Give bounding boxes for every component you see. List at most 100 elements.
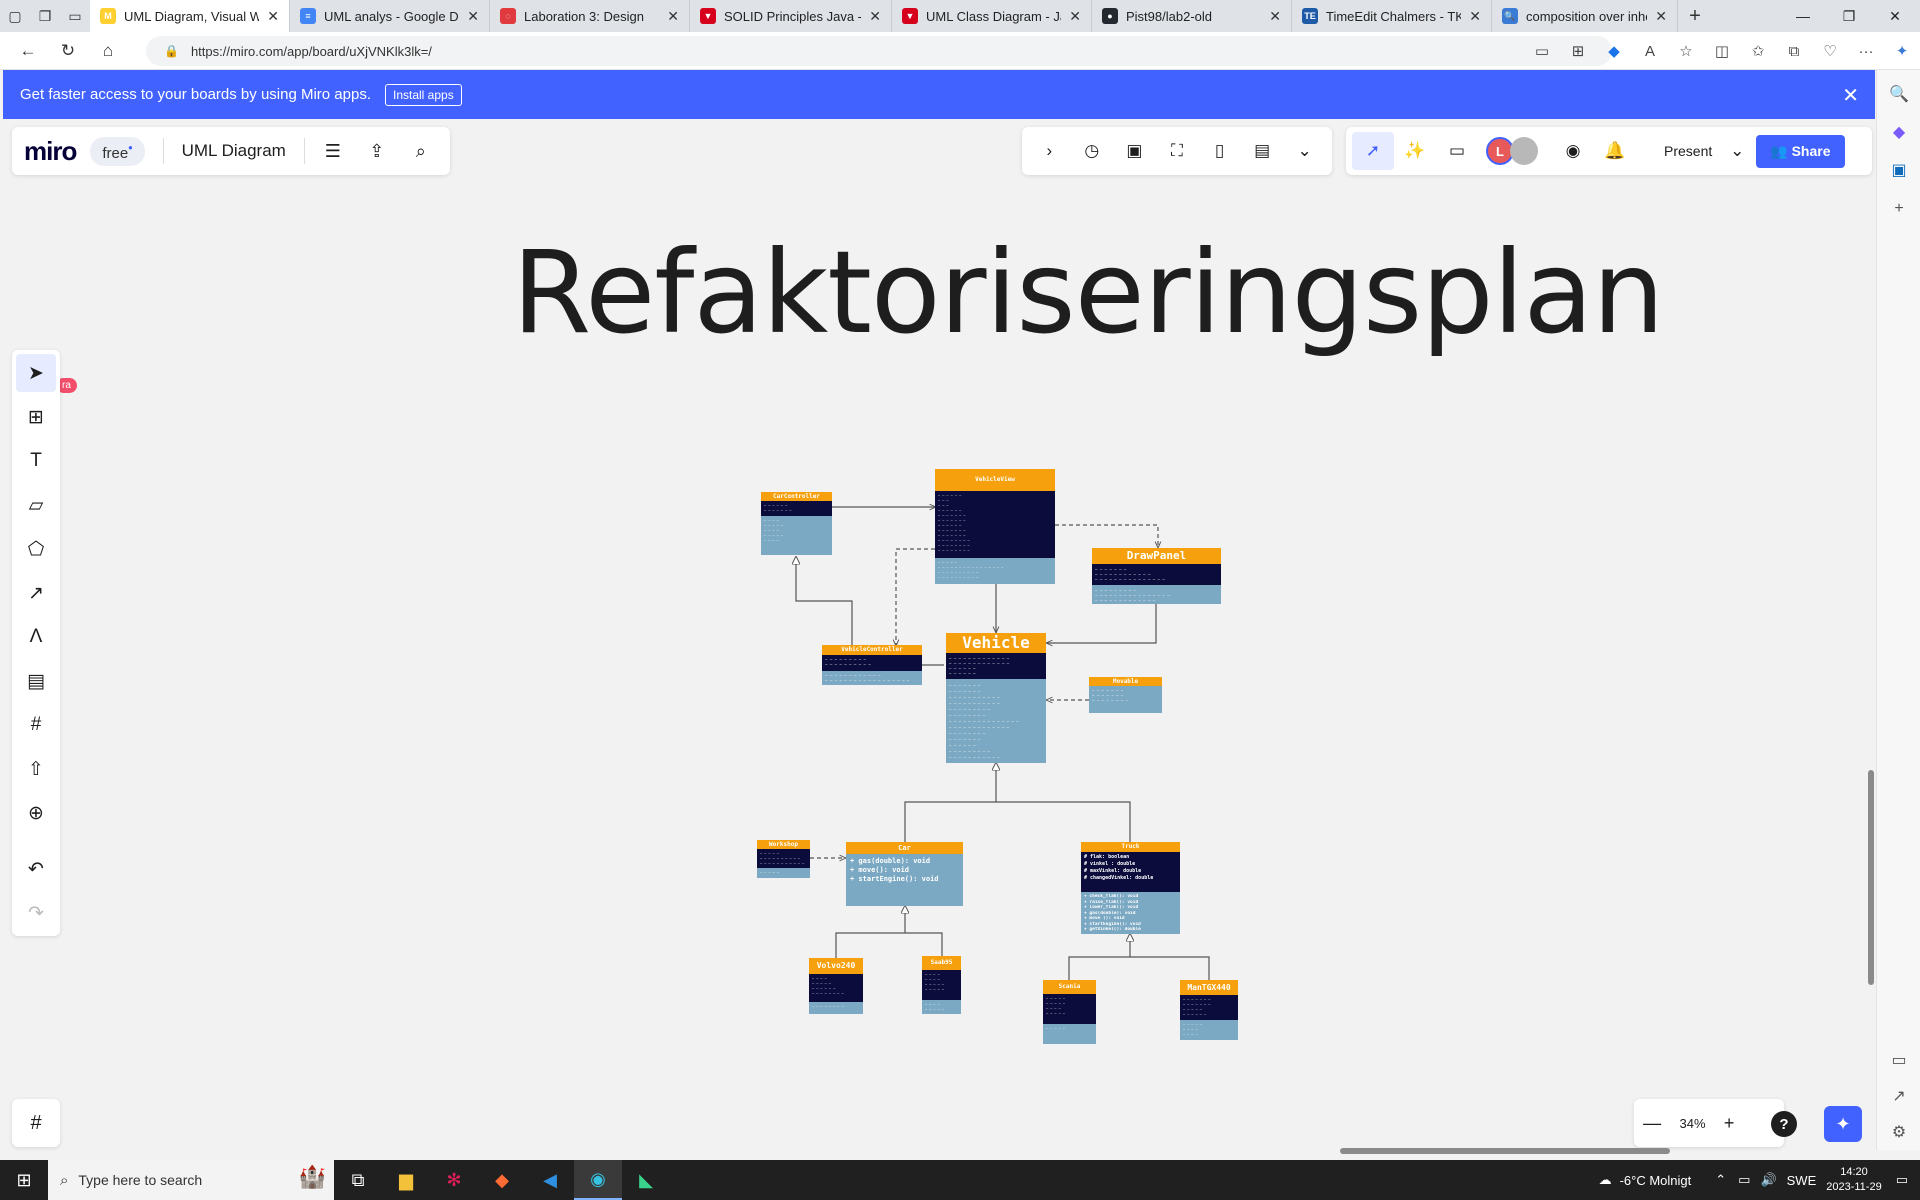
language-indicator[interactable]: SWE <box>1787 1173 1817 1188</box>
browser-tab[interactable]: M UML Diagram, Visual Wo ✕ <box>90 0 290 32</box>
tab-close-icon[interactable]: ✕ <box>1269 8 1281 25</box>
browser-tab[interactable]: ● Pist98/lab2-old ✕ <box>1092 0 1292 32</box>
app-available-icon[interactable]: ⊞ <box>1560 42 1596 60</box>
sidebar-copilot-icon[interactable]: ◆ <box>1877 122 1920 142</box>
miro-logo[interactable]: miro <box>24 136 77 167</box>
comments-icon[interactable]: ▭ <box>1436 132 1478 170</box>
voting-icon[interactable]: ▣ <box>1115 141 1153 161</box>
file-explorer-icon[interactable]: ▆ <box>382 1160 430 1200</box>
minimize-button[interactable]: — <box>1780 0 1826 32</box>
uml-class-car[interactable]: Car + gas(double): void + move(): void +… <box>846 842 963 906</box>
frames-panel-icon[interactable]: # <box>12 1099 60 1147</box>
more-menu-icon[interactable]: ··· <box>1848 43 1884 60</box>
tab-close-icon[interactable]: ✕ <box>1469 8 1481 25</box>
user-avatar-icon[interactable]: ◉ <box>1552 132 1594 170</box>
uml-class-vehicle[interactable]: Vehicle — — — — — — — — — — — — — — — — —… <box>946 633 1046 763</box>
browser-tab[interactable]: TE TimeEdit Chalmers - TKIT ✕ <box>1292 0 1492 32</box>
volume-icon[interactable]: 🔊 <box>1760 1172 1776 1188</box>
copilot-icon[interactable]: ✦ <box>1884 42 1920 60</box>
browser-tab[interactable]: ≡ UML analys - Google Do ✕ <box>290 0 490 32</box>
uml-class-movable[interactable]: Movable — — — — — — — — — — — — — — — — — … <box>1089 677 1162 713</box>
restore-button[interactable]: ❐ <box>1826 0 1872 32</box>
upload-icon[interactable]: ⇧ <box>16 750 56 788</box>
board-name[interactable]: UML Diagram <box>182 141 286 161</box>
browser-tab[interactable]: ◌ Laboration 3: Design ✕ <box>490 0 690 32</box>
notes-icon[interactable]: ▤ <box>1243 141 1281 161</box>
install-apps-button[interactable]: Install apps <box>385 83 462 106</box>
tab-close-icon[interactable]: ✕ <box>1069 8 1081 25</box>
connection-line-icon[interactable]: ↗ <box>16 574 56 612</box>
more-chevron-icon[interactable]: ⌄ <box>1286 141 1324 161</box>
tab-close-icon[interactable]: ✕ <box>267 8 279 25</box>
zoom-level[interactable]: 34% <box>1680 1116 1706 1131</box>
redo-icon[interactable]: ↷ <box>16 894 56 932</box>
new-tab-button[interactable]: + <box>1678 5 1712 28</box>
favorite-star-icon[interactable]: ☆ <box>1668 42 1704 60</box>
favorites-icon[interactable]: ✩ <box>1740 42 1776 60</box>
uml-class-volvo240[interactable]: Volvo240 — — — — — — — — — — — — — — — — — … <box>809 958 863 1014</box>
vscode-icon[interactable]: ◀ <box>526 1160 574 1200</box>
templates-icon[interactable]: ⊞ <box>16 398 56 436</box>
undo-icon[interactable]: ↶ <box>16 850 56 888</box>
intellij-icon[interactable]: ◆ <box>478 1160 526 1200</box>
close-window-button[interactable]: ✕ <box>1872 0 1918 32</box>
shopping-tag-icon[interactable]: ◆ <box>1596 42 1632 60</box>
back-icon[interactable]: ← <box>8 32 48 70</box>
sticky-note-icon[interactable]: ▱ <box>16 486 56 524</box>
help-button[interactable]: ? <box>1771 1111 1797 1137</box>
notification-center-icon[interactable]: ▭ <box>1896 1172 1908 1188</box>
close-icon[interactable]: ✕ <box>1842 83 1859 108</box>
zoom-out-icon[interactable]: — <box>1643 1113 1661 1134</box>
sidebar-add-icon[interactable]: + <box>1877 200 1920 218</box>
weather-text[interactable]: -6°C Molnigt <box>1620 1173 1692 1188</box>
extensions-icon[interactable]: ♡ <box>1812 42 1848 60</box>
sidebar-settings-icon[interactable]: ⚙ <box>1877 1122 1920 1142</box>
read-aloud-icon[interactable]: A <box>1632 43 1668 60</box>
frames-count-icon[interactable]: ▯ <box>1201 141 1239 161</box>
sidebar-outlook-icon[interactable]: ▣ <box>1877 160 1920 180</box>
app-icon[interactable]: ◣ <box>622 1160 670 1200</box>
present-dropdown-icon[interactable]: ⌄ <box>1726 132 1748 170</box>
url-field[interactable]: 🔒 https://miro.com/app/board/uXjVNKlk3lk… <box>146 36 1612 66</box>
workspaces-icon[interactable]: ❐ <box>30 0 60 32</box>
export-icon[interactable]: ⇪ <box>355 141 399 162</box>
frame-tool-icon[interactable]: # <box>16 706 56 744</box>
focus-icon[interactable]: ⛶ <box>1158 141 1196 161</box>
pen-icon[interactable]: Λ <box>16 618 56 656</box>
browser-tab[interactable]: 🔍 composition over inherita ✕ <box>1492 0 1678 32</box>
tab-close-icon[interactable]: ✕ <box>667 8 679 25</box>
uml-class-mantgx440[interactable]: ManTGX440 — — — — — — — — — — — — — — — — … <box>1180 980 1238 1040</box>
plan-badge[interactable]: free• <box>90 136 145 166</box>
tray-chevron-icon[interactable]: ⌃ <box>1715 1172 1726 1188</box>
sidebar-external-icon[interactable]: ↗ <box>1877 1086 1920 1106</box>
browser-tab[interactable]: ▼ UML Class Diagram - Jav ✕ <box>892 0 1092 32</box>
edge-browser-icon[interactable]: ◉ <box>574 1160 622 1200</box>
uml-class-vehicleview[interactable]: VehicleView — — — — — — — — — — — — — — — —… <box>935 469 1055 584</box>
expand-chevron-icon[interactable]: › <box>1030 141 1068 161</box>
uml-class-workshop[interactable]: Workshop — — — — — — — — — — — — — — — — —… <box>757 840 810 878</box>
notifications-bell-icon[interactable]: 🔔 <box>1594 132 1636 170</box>
uml-class-carcontroller[interactable]: CarController — — — — — — — — — — — — — —… <box>761 492 832 555</box>
board-title-text[interactable]: Refaktoriseringsplan <box>512 226 1664 359</box>
uml-class-drawpanel[interactable]: DrawPanel — — — — — — — — — — — — — — — —… <box>1092 548 1221 604</box>
uml-class-vehiclecontroller[interactable]: VehicleController — — — — — — — — — — — —… <box>822 645 922 685</box>
collections-icon[interactable]: ⧉ <box>1776 43 1812 60</box>
shapes-icon[interactable]: ⬠ <box>16 530 56 568</box>
collaborator-avatar[interactable] <box>1510 137 1538 165</box>
lock-icon[interactable]: 🔒 <box>164 44 179 58</box>
zoom-in-icon[interactable]: + <box>1724 1113 1735 1134</box>
reactions-icon[interactable]: ✨ <box>1394 132 1436 170</box>
uml-class-saab95[interactable]: Saab95 — — — — — — — — — — — — — — — — — — … <box>922 956 961 1014</box>
taskbar-search[interactable]: ⌕ Type here to search 🏰 <box>48 1160 334 1200</box>
screen-cast-icon[interactable]: ▭ <box>1524 42 1560 60</box>
tab-close-icon[interactable]: ✕ <box>467 8 479 25</box>
search-icon[interactable]: ⌕ <box>399 141 443 162</box>
home-icon[interactable]: ⌂ <box>88 32 128 70</box>
browser-tab[interactable]: ▼ SOLID Principles Java - Ja ✕ <box>690 0 892 32</box>
tab-close-icon[interactable]: ✕ <box>1655 8 1667 25</box>
uml-class-truck[interactable]: Truck # flak: boolean # vinkel : double … <box>1081 842 1180 934</box>
present-button[interactable]: Present <box>1650 143 1726 159</box>
ai-assist-icon[interactable]: ✦ <box>1824 1106 1862 1142</box>
split-screen-icon[interactable]: ◫ <box>1704 42 1740 60</box>
tab-actions-icon[interactable]: ▭ <box>60 0 90 32</box>
